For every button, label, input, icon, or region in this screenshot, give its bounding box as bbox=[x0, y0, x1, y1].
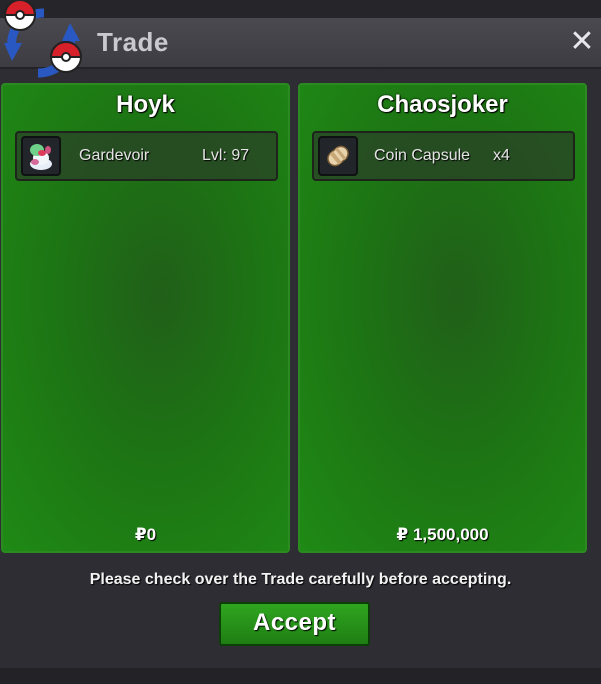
bottom-strip bbox=[0, 668, 601, 684]
coin-capsule-icon bbox=[318, 136, 358, 176]
partner-offer-panel: Chaosjoker Coin Capsule x4 ₽ 1,500,000 bbox=[298, 83, 587, 553]
window-title: Trade bbox=[97, 27, 169, 57]
item-level: Lvl: 97 bbox=[202, 147, 250, 164]
money-offer-left: ₽0 bbox=[134, 525, 157, 544]
top-strip bbox=[0, 0, 601, 18]
item-name: Gardevoir bbox=[79, 147, 150, 164]
item-quantity: x4 bbox=[493, 147, 510, 164]
my-offer-panel: Hoyk Gardevoir Lvl: 97 ₽0 bbox=[1, 83, 290, 553]
player-name-right: Chaosjoker bbox=[377, 91, 508, 118]
offer-slot-coin-capsule[interactable]: Coin Capsule x4 bbox=[312, 131, 575, 181]
trade-warning-message: Please check over the Trade carefully be… bbox=[89, 571, 512, 588]
close-button[interactable]: ✕ bbox=[567, 25, 597, 59]
offer-slot-gardevoir[interactable]: Gardevoir Lvl: 97 bbox=[15, 131, 278, 181]
accept-button[interactable]: Accept bbox=[219, 602, 370, 646]
player-name-left: Hoyk bbox=[116, 91, 175, 118]
item-name: Coin Capsule bbox=[374, 147, 471, 164]
title-bar[interactable]: Trade ✕ bbox=[0, 19, 601, 69]
trade-logo-icon bbox=[3, 1, 83, 78]
trade-window: Trade ✕ Hoyk Gardevoir Lvl: 97 ₽0 Chaosj… bbox=[0, 1, 601, 669]
gardevoir-sprite-icon bbox=[21, 136, 61, 176]
money-offer-right: ₽ 1,500,000 bbox=[396, 525, 489, 544]
